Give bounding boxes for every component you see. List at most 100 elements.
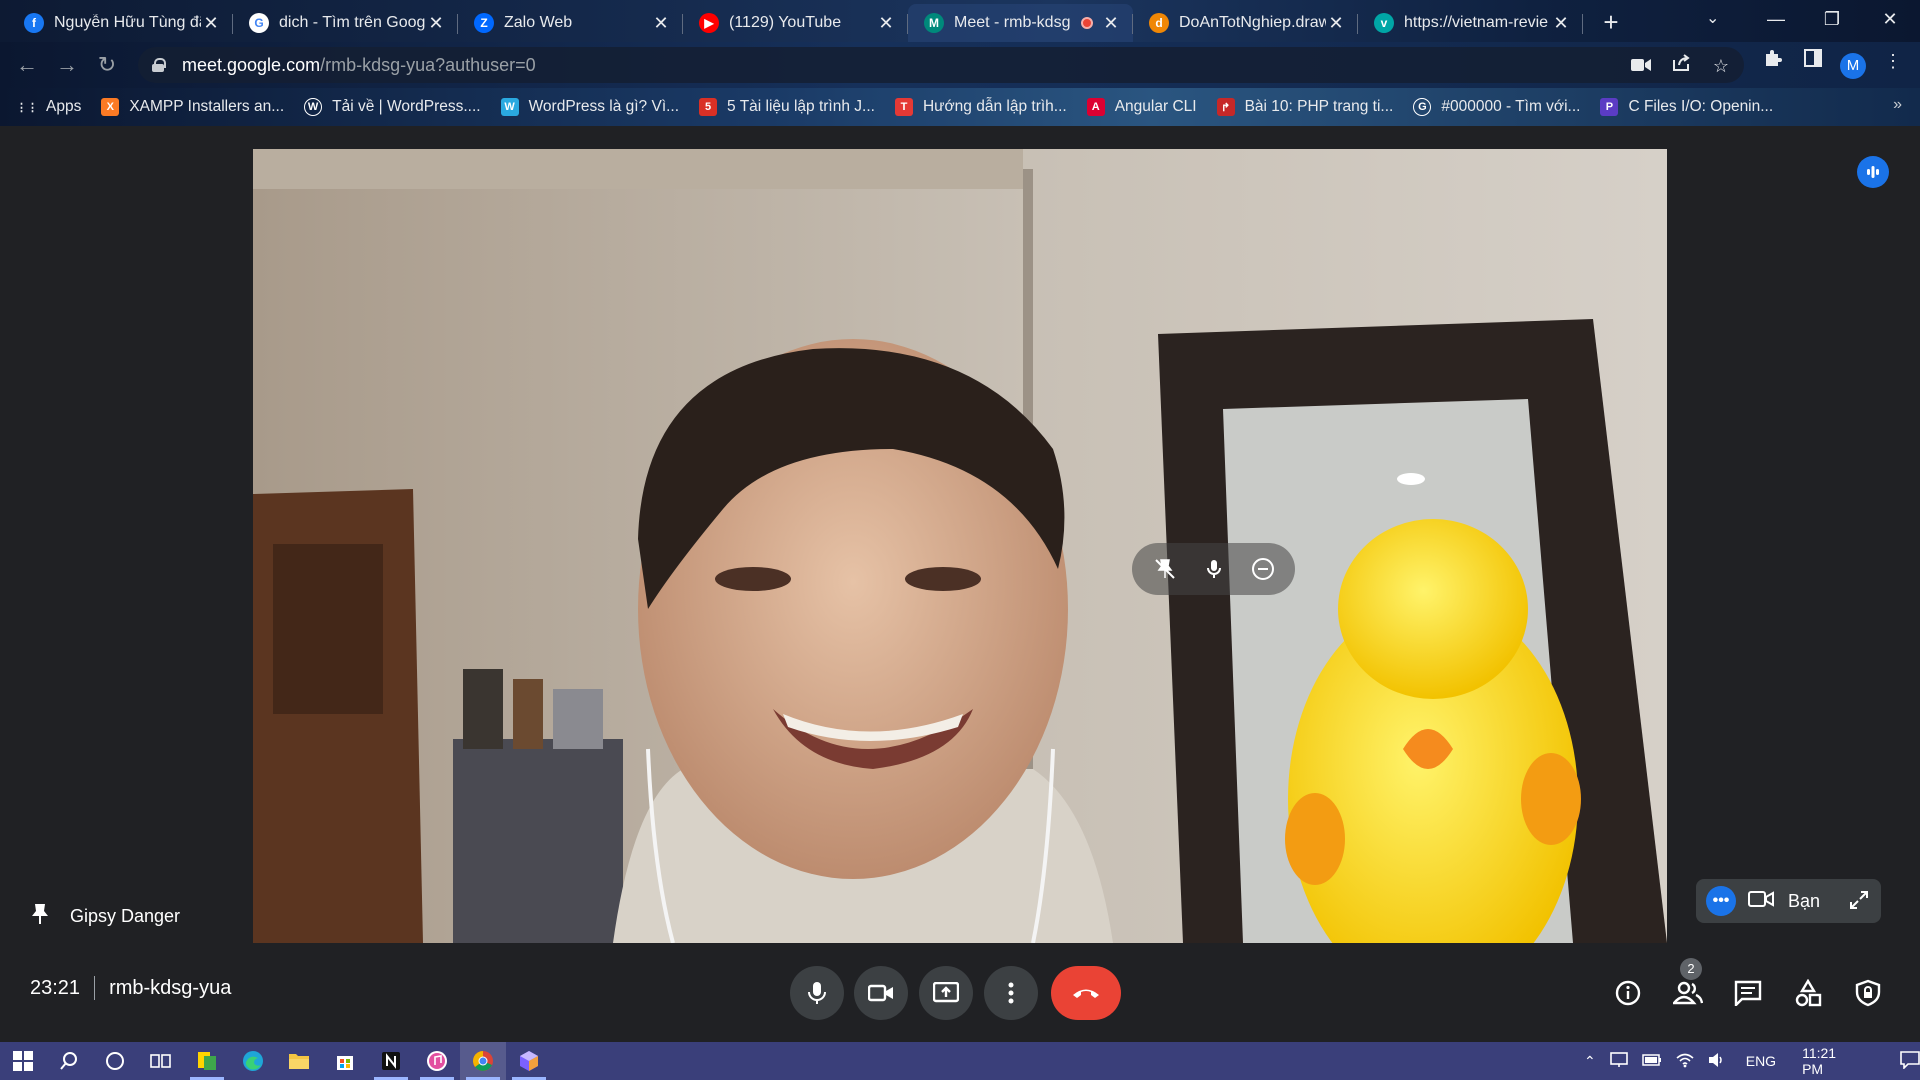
cortana-icon[interactable]	[92, 1042, 138, 1080]
remove-from-view-icon[interactable]	[1247, 553, 1279, 585]
bookmark-item[interactable]: P C Files I/O: Openin...	[1600, 98, 1773, 116]
self-view-tile[interactable]: ••• Bạn	[1696, 879, 1881, 923]
close-tab-icon[interactable]: ✕	[1101, 13, 1121, 34]
close-tab-icon[interactable]: ✕	[1326, 13, 1346, 34]
sticky-notes-icon[interactable]	[184, 1042, 230, 1080]
profile-avatar[interactable]: M	[1840, 53, 1866, 79]
forward-icon[interactable]: →	[52, 50, 82, 80]
notifications-icon[interactable]	[1900, 1050, 1920, 1072]
bookmark-label: Angular CLI	[1114, 98, 1197, 115]
wordpress-icon: W	[304, 98, 323, 116]
present-screen-button[interactable]	[919, 966, 973, 1020]
task-view-icon[interactable]	[138, 1042, 184, 1080]
facebook-icon: f	[24, 13, 44, 33]
bookmark-item[interactable]: X XAMPP Installers an...	[101, 98, 284, 116]
tab-separator	[1582, 14, 1583, 34]
close-tab-icon[interactable]: ✕	[426, 13, 446, 34]
close-tab-icon[interactable]: ✕	[201, 13, 221, 34]
language-indicator[interactable]: ENG	[1746, 1053, 1776, 1069]
browser-tab[interactable]: v https://vietnam-revie ✕	[1358, 4, 1583, 42]
browser-tab[interactable]: ▶ (1129) YouTube ✕	[683, 4, 908, 42]
browser-tab[interactable]: f Nguyễn Hữu Tùng đã ✕	[8, 4, 233, 42]
apps-grid-icon: ⋮⋮	[16, 101, 38, 114]
side-panel-icon[interactable]	[1800, 48, 1826, 74]
browser-tab[interactable]: Gdich - Tìm trên Google ✕	[233, 4, 458, 42]
microphone-button[interactable]	[790, 966, 844, 1020]
tab-search-icon[interactable]: ⌄	[1706, 8, 1719, 28]
tab-title: Meet - rmb-kdsg	[954, 14, 1071, 31]
notion-icon[interactable]	[368, 1042, 414, 1080]
file-explorer-icon[interactable]	[276, 1042, 322, 1080]
bookmark-item[interactable]: W WordPress là gì? Vì...	[500, 98, 679, 116]
more-options-icon[interactable]: •••	[1706, 886, 1736, 916]
bookmark-item[interactable]: 5 5 Tài liệu lập trình J...	[699, 98, 875, 116]
meeting-details-button[interactable]	[1609, 974, 1647, 1012]
share-icon[interactable]	[1668, 53, 1694, 79]
bookmark-star-icon[interactable]: ☆	[1708, 53, 1734, 79]
angular-icon: A	[1086, 98, 1105, 116]
hang-up-icon	[1073, 989, 1099, 998]
show-hidden-icons-icon[interactable]: ⌃	[1584, 1053, 1596, 1070]
camera-button[interactable]	[854, 966, 908, 1020]
tab-strip: f Nguyễn Hữu Tùng đã ✕ Gdich - Tìm trên Goo…	[0, 0, 1920, 42]
battery-icon[interactable]	[1641, 1053, 1662, 1069]
url-host: meet.google.com	[182, 54, 321, 75]
network-share-icon[interactable]	[1609, 1051, 1628, 1071]
camera-in-use-icon[interactable]	[1628, 53, 1654, 79]
extensions-icon[interactable]	[1760, 48, 1786, 74]
more-options-button[interactable]	[984, 966, 1038, 1020]
host-controls-button[interactable]	[1849, 974, 1887, 1012]
restore-icon[interactable]: ❐	[1804, 0, 1860, 40]
window-close-icon[interactable]: ✕	[1862, 0, 1918, 40]
bookmark-item[interactable]: T Hướng dẫn lập trìh...	[894, 98, 1067, 116]
bookmarks-overflow-icon[interactable]: »	[1893, 96, 1902, 114]
mute-participant-icon[interactable]	[1198, 553, 1230, 585]
browser-tab[interactable]: d DoAnTotNghiep.draw ✕	[1133, 4, 1358, 42]
bookmark-item[interactable]: G #000000 - Tìm với...	[1413, 98, 1580, 116]
new-tab-button[interactable]: +	[1596, 8, 1626, 38]
bookmark-label: C Files I/O: Openin...	[1628, 98, 1774, 115]
search-icon[interactable]	[46, 1042, 92, 1080]
participant-video[interactable]	[253, 149, 1667, 943]
camera-icon	[868, 984, 893, 1002]
windows-taskbar: ⌃ ENG 11:21 PM	[0, 1042, 1920, 1080]
close-tab-icon[interactable]: ✕	[651, 13, 671, 34]
reload-icon[interactable]: ↻	[92, 50, 122, 80]
close-tab-icon[interactable]: ✕	[1551, 13, 1571, 34]
chrome-menu-icon[interactable]: ⋮	[1880, 48, 1906, 74]
store-icon[interactable]	[322, 1042, 368, 1080]
edge-icon[interactable]	[230, 1042, 276, 1080]
bookmark-site-icon: 5	[699, 98, 718, 116]
browser-tab[interactable]: M Meet - rmb-kdsg ✕	[908, 4, 1133, 42]
activities-button[interactable]	[1789, 974, 1827, 1012]
tab-title: dich - Tìm trên Google	[279, 14, 426, 31]
bookmark-label: Tải về | WordPress....	[332, 98, 481, 115]
minimize-icon[interactable]: —	[1748, 0, 1804, 40]
meeting-time: 23:21	[30, 976, 81, 999]
itunes-icon[interactable]	[414, 1042, 460, 1080]
bookmark-item[interactable]: ⋮⋮ Apps	[16, 98, 81, 116]
chat-button[interactable]	[1729, 974, 1767, 1012]
back-icon[interactable]: ←	[12, 50, 42, 80]
bookmark-item[interactable]: ↱ Bài 10: PHP trang ti...	[1216, 98, 1393, 116]
close-tab-icon[interactable]: ✕	[876, 13, 896, 34]
tabs-container: f Nguyễn Hữu Tùng đã ✕ Gdich - Tìm trên Goo…	[8, 4, 1583, 42]
wifi-icon[interactable]	[1676, 1052, 1694, 1071]
taskbar-clock[interactable]: 11:21 PM	[1802, 1045, 1860, 1077]
leave-call-button[interactable]	[1051, 966, 1121, 1020]
bookmark-item[interactable]: A Angular CLI	[1086, 98, 1197, 116]
browser-tab[interactable]: Z Zalo Web ✕	[458, 4, 683, 42]
pin-icon	[30, 902, 50, 931]
chrome-taskbar-icon[interactable]	[460, 1042, 506, 1080]
bookmark-item[interactable]: W Tải về | WordPress....	[304, 98, 481, 116]
windows-start-icon[interactable]	[0, 1042, 46, 1080]
address-bar[interactable]: meet.google.com/rmb-kdsg-yua?authuser=0 …	[138, 47, 1744, 83]
expand-icon[interactable]	[1847, 888, 1871, 917]
volume-icon[interactable]	[1708, 1052, 1726, 1071]
bookmark-label: #000000 - Tìm với...	[1441, 98, 1581, 115]
3d-app-icon[interactable]	[506, 1042, 552, 1080]
pinned-participant-label: Gipsy Danger	[30, 902, 180, 931]
lock-icon[interactable]	[152, 58, 166, 72]
bookmark-label: 5 Tài liệu lập trình J...	[727, 98, 875, 115]
unpin-icon[interactable]	[1149, 553, 1181, 585]
